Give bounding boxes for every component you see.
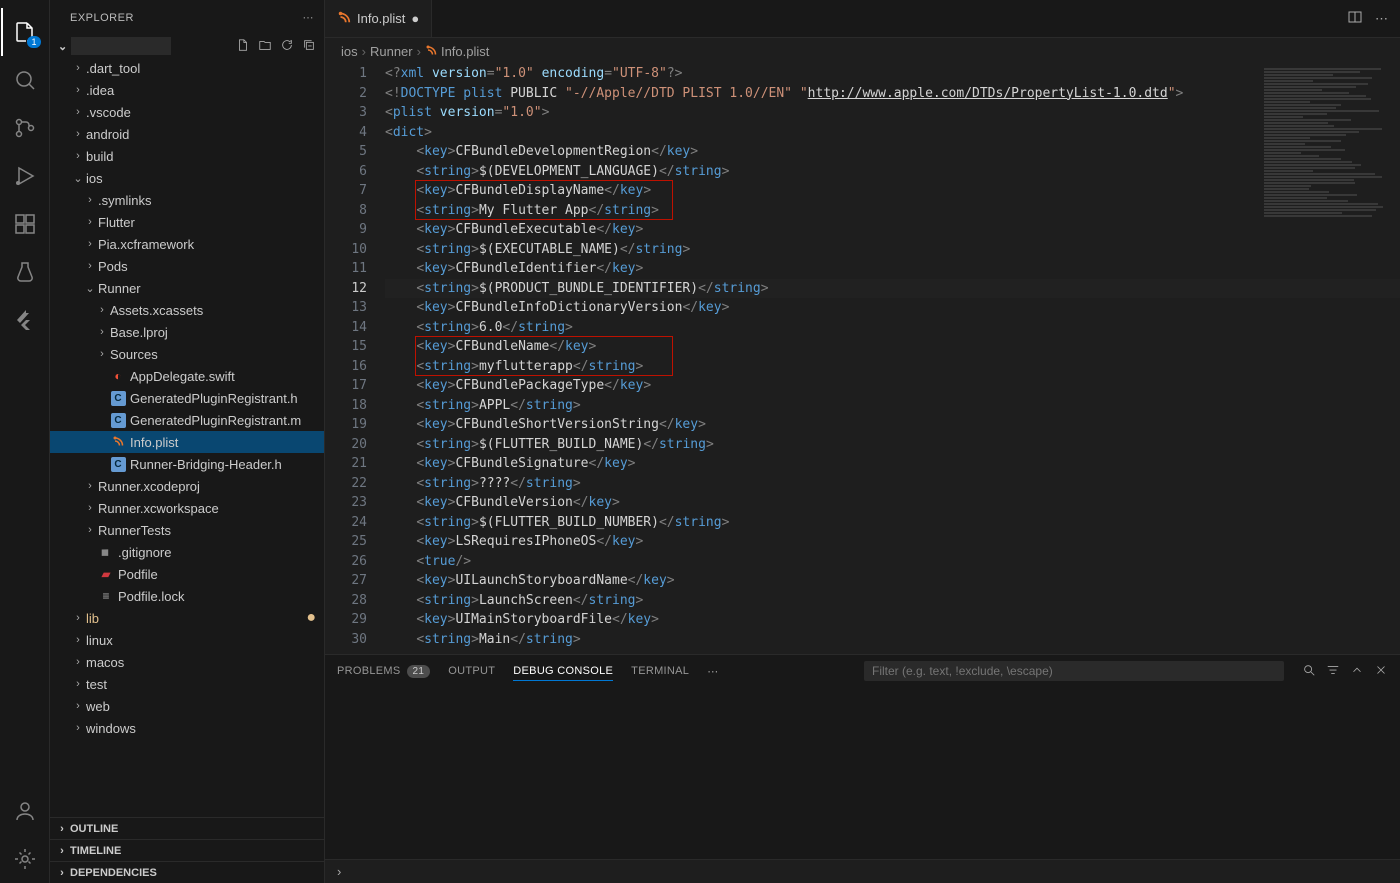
sidebar-title: EXPLORER <box>70 12 134 24</box>
tree-item[interactable]: ›Base.lproj <box>50 321 324 343</box>
breadcrumb-item[interactable]: Info.plist <box>441 44 489 59</box>
chevron-right-icon: › <box>54 867 70 879</box>
tree-item[interactable]: ›windows <box>50 717 324 739</box>
tab-info-plist[interactable]: Info.plist ● <box>325 0 432 37</box>
panel-tabs: PROBLEMS 21 OUTPUT DEBUG CONSOLE TERMINA… <box>325 655 1400 687</box>
tree-item[interactable]: CRunner-Bridging-Header.h <box>50 453 324 475</box>
tab-label: Info.plist <box>357 11 405 26</box>
tree-item[interactable]: ›.idea <box>50 79 324 101</box>
tree-item[interactable]: ◆.gitignore <box>50 541 324 563</box>
breadcrumb[interactable]: ios › Runner › Info.plist <box>325 38 1400 64</box>
tree-item[interactable]: ›RunnerTests <box>50 519 324 541</box>
tree-item[interactable]: ≡Podfile.lock <box>50 585 324 607</box>
activity-flutter[interactable] <box>1 296 49 344</box>
activity-extensions[interactable] <box>1 200 49 248</box>
tree-item[interactable]: ›build <box>50 145 324 167</box>
panel-body <box>325 687 1400 859</box>
project-name <box>71 37 171 55</box>
panel-tab-output[interactable]: OUTPUT <box>448 665 495 677</box>
code-content[interactable]: <?xml version="1.0" encoding="UTF-8"?><!… <box>385 64 1400 654</box>
tree-item[interactable]: ›Pia.xcframework <box>50 233 324 255</box>
section-outline[interactable]: › OUTLINE <box>50 817 324 839</box>
tree-item[interactable]: ›Pods <box>50 255 324 277</box>
folder-header[interactable]: ⌄ <box>50 35 324 57</box>
plist-icon <box>425 44 437 59</box>
collapse-all-icon[interactable] <box>302 38 316 55</box>
chevron-right-icon: › <box>54 845 70 857</box>
tree-item[interactable]: Info.plist <box>50 431 324 453</box>
activity-search[interactable] <box>1 56 49 104</box>
chevron-right-icon: › <box>417 44 421 59</box>
tree-item[interactable]: ›.vscode <box>50 101 324 123</box>
chevron-right-icon[interactable]: › <box>337 864 341 879</box>
refresh-icon[interactable] <box>280 38 294 55</box>
tree-item[interactable]: ›.symlinks <box>50 189 324 211</box>
section-dependencies[interactable]: › DEPENDENCIES <box>50 861 324 883</box>
main-area: Info.plist ● ⋯ ios › Runner › Info.plist… <box>325 0 1400 883</box>
tree-item[interactable]: ⌄ios <box>50 167 324 189</box>
panel-tab-terminal[interactable]: TERMINAL <box>631 665 689 677</box>
gutter: 1234567891011121314151617181920212223242… <box>325 64 385 654</box>
tree-item[interactable]: ›Runner.xcworkspace <box>50 497 324 519</box>
tab-dirty-indicator: ● <box>411 11 419 26</box>
plist-icon <box>337 10 351 27</box>
breadcrumb-item[interactable]: Runner <box>370 44 413 59</box>
tree-item[interactable]: ›test <box>50 673 324 695</box>
tree-item[interactable]: ›android <box>50 123 324 145</box>
tree-item[interactable]: ›.dart_tool <box>50 57 324 79</box>
panel-tab-debug-console[interactable]: DEBUG CONSOLE <box>513 665 613 681</box>
activity-source-control[interactable] <box>1 104 49 152</box>
panel: PROBLEMS 21 OUTPUT DEBUG CONSOLE TERMINA… <box>325 654 1400 859</box>
panel-filter-input[interactable] <box>864 661 1284 681</box>
chevron-right-icon: › <box>362 44 366 59</box>
minimap[interactable] <box>1264 68 1384 268</box>
sidebar-more-icon[interactable]: ⋯ <box>303 11 315 24</box>
filter-icon[interactable] <box>1326 663 1340 680</box>
tree-item[interactable]: ◐AppDelegate.swift <box>50 365 324 387</box>
activity-testing[interactable] <box>1 248 49 296</box>
chevron-right-icon: › <box>54 823 70 835</box>
new-file-icon[interactable] <box>236 38 250 55</box>
panel-tab-problems[interactable]: PROBLEMS 21 <box>337 665 430 678</box>
tree-item[interactable]: ›Flutter <box>50 211 324 233</box>
breadcrumb-item[interactable]: ios <box>341 44 358 59</box>
activity-run-debug[interactable] <box>1 152 49 200</box>
problems-badge: 21 <box>407 665 431 678</box>
section-timeline[interactable]: › TIMELINE <box>50 839 324 861</box>
editor[interactable]: 1234567891011121314151617181920212223242… <box>325 64 1400 654</box>
tab-bar: Info.plist ● ⋯ <box>325 0 1400 38</box>
file-tree[interactable]: ›.dart_tool›.idea›.vscode›android›build⌄… <box>50 57 324 817</box>
panel-more-icon[interactable]: ⋯ <box>707 665 718 678</box>
explorer-badge: 1 <box>27 36 40 48</box>
tree-item[interactable]: CGeneratedPluginRegistrant.h <box>50 387 324 409</box>
activity-bar: 1 <box>0 0 50 883</box>
tree-item[interactable]: ›linux <box>50 629 324 651</box>
tree-item[interactable]: ⌄Runner <box>50 277 324 299</box>
tree-item[interactable]: ›lib● <box>50 607 324 629</box>
bottom-bar: › <box>325 859 1400 883</box>
tree-item[interactable]: CGeneratedPluginRegistrant.m <box>50 409 324 431</box>
sidebar-header: EXPLORER ⋯ <box>50 0 324 35</box>
tree-item[interactable]: ›Runner.xcodeproj <box>50 475 324 497</box>
activity-accounts[interactable] <box>1 787 49 835</box>
search-icon[interactable] <box>1302 663 1316 680</box>
close-panel-icon[interactable] <box>1374 663 1388 680</box>
sidebar: EXPLORER ⋯ ⌄ ›.dart_tool›.idea›.vscode›a… <box>50 0 325 883</box>
tree-item[interactable]: ▰Podfile <box>50 563 324 585</box>
activity-settings[interactable] <box>1 835 49 883</box>
tree-item[interactable]: ›macos <box>50 651 324 673</box>
activity-explorer[interactable]: 1 <box>1 8 49 56</box>
chevron-up-icon[interactable] <box>1350 663 1364 680</box>
new-folder-icon[interactable] <box>258 38 272 55</box>
tree-item[interactable]: ›Sources <box>50 343 324 365</box>
more-actions-icon[interactable]: ⋯ <box>1375 11 1388 27</box>
chevron-down-icon: ⌄ <box>58 40 67 53</box>
split-editor-icon[interactable] <box>1347 9 1363 28</box>
tree-item[interactable]: ›web <box>50 695 324 717</box>
tree-item[interactable]: ›Assets.xcassets <box>50 299 324 321</box>
